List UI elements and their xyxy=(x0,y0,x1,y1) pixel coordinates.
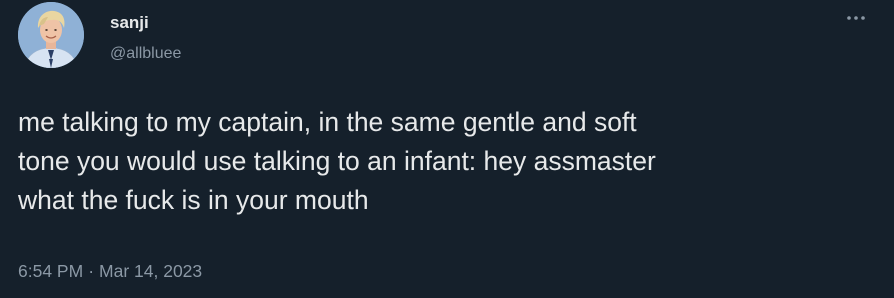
avatar[interactable] xyxy=(18,2,84,68)
tweet-text-line: what the fuck is in your mouth xyxy=(18,185,369,215)
tweet-text-line: me talking to my captain, in the same ge… xyxy=(18,107,637,137)
display-name[interactable]: sanji xyxy=(110,13,149,33)
user-handle[interactable]: @allbluee xyxy=(110,44,181,64)
more-horizontal-icon xyxy=(847,16,865,20)
meta-separator: · xyxy=(88,261,95,281)
tweet-timestamp[interactable]: 6:54 PM · Mar 14, 2023 xyxy=(18,259,202,283)
tweet-card: sanji @allbluee me talking to my captain… xyxy=(0,0,894,298)
more-button[interactable] xyxy=(842,4,870,32)
tweet-text-line: tone you would use talking to an infant:… xyxy=(18,146,656,176)
tweet-text: me talking to my captain, in the same ge… xyxy=(18,103,868,220)
tweet-date: Mar 14, 2023 xyxy=(99,261,203,281)
tweet-time: 6:54 PM xyxy=(18,261,84,281)
